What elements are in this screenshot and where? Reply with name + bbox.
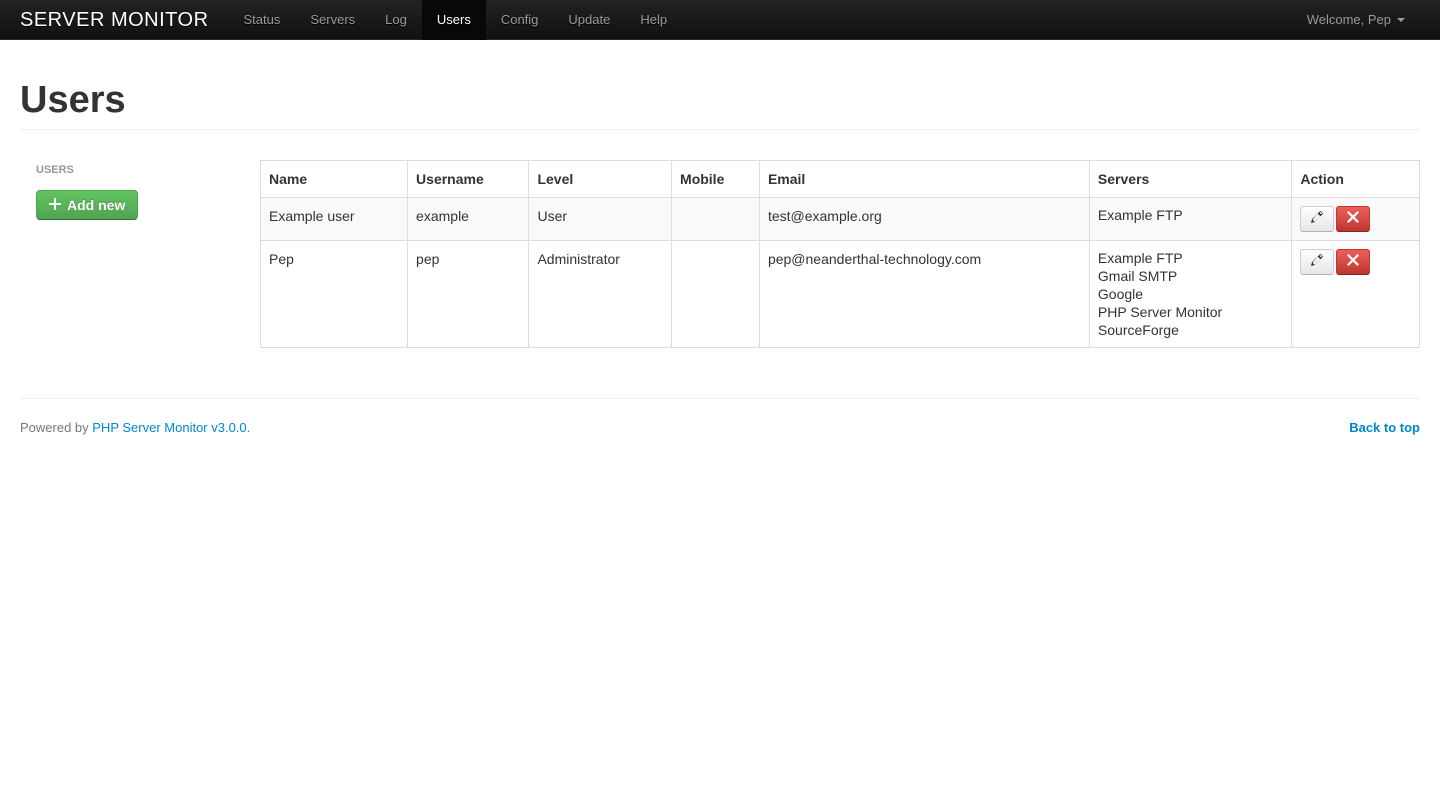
- edit-button[interactable]: [1300, 249, 1334, 275]
- cell-servers: Example FTP: [1089, 198, 1291, 241]
- nav-item-update: Update: [553, 0, 625, 40]
- nav-link-status[interactable]: Status: [229, 0, 296, 40]
- server-entry: Google: [1098, 285, 1283, 303]
- nav-link-log[interactable]: Log: [370, 0, 422, 40]
- sidebar: USERS Add new: [20, 160, 240, 348]
- powered-by-link[interactable]: PHP Server Monitor v3.0.0: [92, 420, 246, 435]
- server-entry: SourceForge: [1098, 321, 1283, 339]
- footer-credits: Powered by PHP Server Monitor v3.0.0.: [20, 418, 250, 438]
- cell-action: [1292, 241, 1420, 348]
- sidebar-heading: USERS: [36, 160, 240, 180]
- nav-user-menu: Welcome, Pep: [1292, 0, 1420, 40]
- x-icon: [1347, 209, 1359, 229]
- cell-name: Example user: [261, 198, 408, 241]
- delete-button[interactable]: [1336, 206, 1370, 232]
- nav-item-help: Help: [625, 0, 682, 40]
- cell-username: example: [408, 198, 529, 241]
- nav-item-users: Users: [422, 0, 486, 40]
- col-username: Username: [408, 161, 529, 198]
- brand-logo[interactable]: SERVER MONITOR: [20, 10, 229, 30]
- nav-link-help[interactable]: Help: [625, 0, 682, 40]
- caret-down-icon: [1397, 18, 1405, 22]
- main-content: Name Username Level Mobile Email Servers…: [260, 160, 1420, 348]
- col-email: Email: [759, 161, 1089, 198]
- col-servers: Servers: [1089, 161, 1291, 198]
- nav-link-users[interactable]: Users: [422, 0, 486, 40]
- footer: Powered by PHP Server Monitor v3.0.0. Ba…: [20, 398, 1420, 438]
- col-action: Action: [1292, 161, 1420, 198]
- pencil-icon: [1311, 252, 1323, 272]
- server-entry: PHP Server Monitor: [1098, 303, 1283, 321]
- nav-item-servers: Servers: [295, 0, 370, 40]
- table-row: Example userexampleUser test@example.org E…: [261, 198, 1420, 241]
- nav-link-servers[interactable]: Servers: [295, 0, 370, 40]
- delete-button[interactable]: [1336, 249, 1370, 275]
- edit-button[interactable]: [1300, 206, 1334, 232]
- x-icon: [1347, 252, 1359, 272]
- cell-level: User: [529, 198, 672, 241]
- cell-name: Pep: [261, 241, 408, 348]
- server-entry: Example FTP: [1098, 206, 1283, 224]
- cell-username: pep: [408, 241, 529, 348]
- pencil-icon: [1311, 209, 1323, 229]
- cell-servers: Example FTPGmail SMTPGooglePHP Server Mo…: [1089, 241, 1291, 348]
- col-mobile: Mobile: [672, 161, 760, 198]
- user-dropdown-label: Welcome, Pep: [1307, 10, 1391, 30]
- plus-icon: [49, 195, 61, 215]
- col-level: Level: [529, 161, 672, 198]
- add-new-button[interactable]: Add new: [36, 190, 138, 220]
- nav-item-status: Status: [229, 0, 296, 40]
- page-title: Users: [20, 80, 1420, 120]
- nav-item-config: Config: [486, 0, 554, 40]
- cell-email: pep@neanderthal-technology.com: [759, 241, 1089, 348]
- cell-email: test@example.org: [759, 198, 1089, 241]
- cell-mobile: [672, 241, 760, 348]
- cell-mobile: [672, 198, 760, 241]
- add-new-label: Add new: [67, 195, 125, 215]
- table-row: PeppepAdministrator pep@neanderthal-techn…: [261, 241, 1420, 348]
- server-entry: Gmail SMTP: [1098, 267, 1283, 285]
- back-to-top-link[interactable]: Back to top: [1349, 420, 1420, 435]
- col-name: Name: [261, 161, 408, 198]
- nav-item-log: Log: [370, 0, 422, 40]
- top-navbar: SERVER MONITOR StatusServersLogUsersConf…: [0, 0, 1440, 40]
- user-dropdown[interactable]: Welcome, Pep: [1292, 0, 1420, 40]
- cell-action: [1292, 198, 1420, 241]
- users-table: Name Username Level Mobile Email Servers…: [260, 160, 1420, 348]
- page-header: Users: [20, 80, 1420, 130]
- table-header-row: Name Username Level Mobile Email Servers…: [261, 161, 1420, 198]
- nav-menu: StatusServersLogUsersConfigUpdateHelp: [229, 0, 1292, 40]
- nav-link-update[interactable]: Update: [553, 0, 625, 40]
- nav-link-config[interactable]: Config: [486, 0, 554, 40]
- server-entry: Example FTP: [1098, 249, 1283, 267]
- powered-by-label: Powered by: [20, 420, 92, 435]
- cell-level: Administrator: [529, 241, 672, 348]
